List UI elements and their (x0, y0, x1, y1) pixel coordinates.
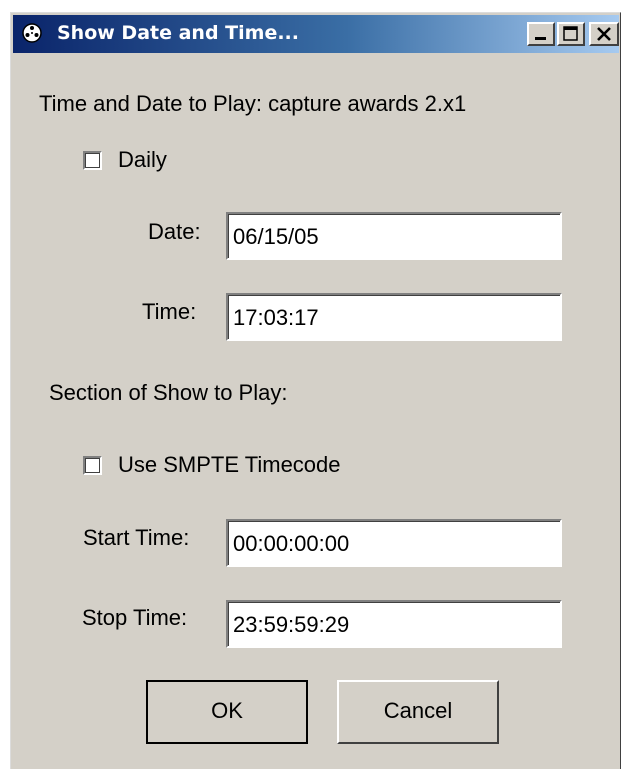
minimize-icon (535, 37, 546, 40)
minimize-button[interactable] (527, 22, 555, 46)
close-icon (597, 27, 611, 41)
daily-checkbox[interactable] (83, 151, 102, 170)
section-heading: Section of Show to Play: (49, 380, 288, 405)
close-button[interactable] (589, 22, 619, 46)
title-bar[interactable]: Show Date and Time... (13, 15, 619, 53)
time-field[interactable]: 17:03:17 (226, 293, 562, 341)
start-time-field[interactable]: 00:00:00:00 (226, 519, 562, 567)
ok-button[interactable]: OK (146, 680, 308, 744)
maximize-icon (563, 26, 578, 41)
stop-time-label: Stop Time: (82, 605, 188, 630)
stop-time-field[interactable]: 23:59:59:29 (226, 600, 562, 648)
maximize-button[interactable] (557, 22, 585, 46)
cancel-button[interactable]: Cancel (337, 680, 499, 744)
smpte-checkbox[interactable] (83, 456, 102, 475)
play-time-heading: Time and Date to Play: capture awards 2.… (39, 91, 467, 116)
film-reel-icon (22, 23, 42, 43)
window-title: Show Date and Time... (57, 22, 299, 44)
date-field[interactable]: 06/15/05 (226, 212, 562, 260)
smpte-label[interactable]: Use SMPTE Timecode (118, 452, 341, 478)
daily-label[interactable]: Daily (118, 147, 167, 173)
date-label: Date: (148, 219, 201, 244)
dialog-window: Show Date and Time... Time and Date to P… (10, 12, 621, 769)
start-time-label: Start Time: (83, 525, 190, 550)
time-label: Time: (142, 299, 197, 324)
